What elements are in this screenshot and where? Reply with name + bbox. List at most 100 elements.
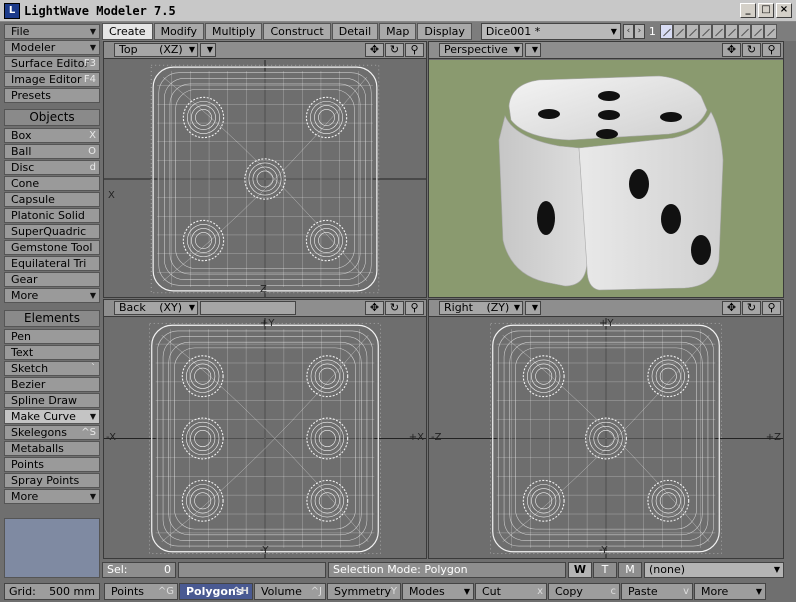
viewport-perspective[interactable]: Perspective ✥ ↻ ⚲ bbox=[428, 41, 784, 298]
sidebar-item-sketch[interactable]: Sketch ` bbox=[4, 361, 100, 376]
sidebar-item-spline-draw[interactable]: Spline Draw bbox=[4, 393, 100, 408]
volume-mode-button[interactable]: Volume ^J bbox=[254, 582, 326, 600]
sidebar-item-spray-points[interactable]: Spray Points bbox=[4, 473, 100, 488]
sidebar-item-bezier[interactable]: Bezier bbox=[4, 377, 100, 392]
object-select[interactable]: Dice001 * ▼ bbox=[480, 23, 621, 40]
presets-button[interactable]: Presets bbox=[4, 88, 100, 103]
layer-button[interactable] bbox=[672, 24, 686, 39]
layer-button[interactable] bbox=[724, 24, 738, 39]
sidebar-item-platonic-solid[interactable]: Platonic Solid bbox=[4, 208, 100, 223]
layer-button[interactable] bbox=[659, 24, 673, 39]
sidebar-item-gear[interactable]: Gear bbox=[4, 272, 100, 287]
sidebar-item-text[interactable]: Text bbox=[4, 345, 100, 360]
sidebar-item-equilateral-tri[interactable]: Equilateral Tri bbox=[4, 256, 100, 271]
render-mode-select[interactable] bbox=[525, 43, 541, 57]
paste-button[interactable]: Paste v bbox=[621, 582, 693, 600]
modes-menu[interactable]: Modes bbox=[402, 582, 474, 600]
tab-modify[interactable]: Modify bbox=[153, 23, 205, 40]
sidebar-item-cone[interactable]: Cone bbox=[4, 176, 100, 191]
rotate-view-icon[interactable]: ↻ bbox=[742, 301, 761, 315]
rotate-view-icon[interactable]: ↻ bbox=[742, 43, 761, 57]
sidebar-item-more[interactable]: More bbox=[4, 288, 100, 303]
viewport-right[interactable]: Right (ZY) ✥ ↻ ⚲ +Y -Z +Z -Y bbox=[428, 299, 784, 559]
sidebar-item-label: More bbox=[11, 490, 39, 503]
shortcut-key: v bbox=[683, 585, 689, 597]
sidebar-item-disc[interactable]: Disc d bbox=[4, 160, 100, 175]
tab-multiply[interactable]: Multiply bbox=[205, 23, 263, 40]
sidebar-item-pen[interactable]: Pen bbox=[4, 329, 100, 344]
lightwave-icon[interactable]: L bbox=[4, 2, 20, 19]
tab-map[interactable]: Map bbox=[379, 23, 417, 40]
viewport-header: Right (ZY) ✥ ↻ ⚲ bbox=[429, 300, 783, 317]
view-type-select[interactable]: Right (ZY) bbox=[439, 301, 523, 315]
viewport-top[interactable]: Top (XZ) ✥ ↻ ⚲ X Z bbox=[103, 41, 427, 298]
zoom-view-icon[interactable]: ⚲ bbox=[762, 43, 781, 57]
tab-create[interactable]: Create bbox=[102, 23, 153, 40]
layer-button[interactable] bbox=[737, 24, 751, 39]
zoom-view-icon[interactable]: ⚲ bbox=[405, 43, 424, 57]
render-mode-select[interactable] bbox=[200, 301, 296, 315]
tab-construct[interactable]: Construct bbox=[263, 23, 331, 40]
more-menu[interactable]: More bbox=[694, 582, 766, 600]
viewport-canvas[interactable] bbox=[429, 60, 783, 297]
maximize-button[interactable]: □ bbox=[758, 3, 774, 18]
viewport-canvas[interactable]: X Z bbox=[104, 60, 426, 297]
move-view-icon[interactable]: ✥ bbox=[722, 301, 741, 315]
tab-display[interactable]: Display bbox=[417, 23, 472, 40]
layer-button[interactable] bbox=[711, 24, 725, 39]
copy-button[interactable]: Copy c bbox=[548, 582, 620, 600]
layer-button[interactable] bbox=[698, 24, 712, 39]
zoom-view-icon[interactable]: ⚲ bbox=[405, 301, 424, 315]
points-mode-button[interactable]: Points ^G bbox=[104, 582, 178, 600]
sidebar-item-more[interactable]: More bbox=[4, 489, 100, 504]
move-view-icon[interactable]: ✥ bbox=[722, 43, 741, 57]
wireframe-toggle[interactable]: W bbox=[568, 561, 592, 578]
sidebar-item-metaballs[interactable]: Metaballs bbox=[4, 441, 100, 456]
zoom-view-icon[interactable]: ⚲ bbox=[762, 301, 781, 315]
sidebar-item-ball[interactable]: Ball O bbox=[4, 144, 100, 159]
move-view-icon[interactable]: ✥ bbox=[365, 43, 384, 57]
tab-detail[interactable]: Detail bbox=[331, 23, 379, 40]
render-mode-select[interactable] bbox=[525, 301, 541, 315]
pip-ring bbox=[182, 96, 225, 139]
surface-editor-button[interactable]: Surface Editor F3 bbox=[4, 56, 100, 71]
image-editor-button[interactable]: Image Editor F4 bbox=[4, 72, 100, 87]
sidebar-item-box[interactable]: Box X bbox=[4, 128, 100, 143]
viewport-canvas[interactable]: +Y -Z +Z -Y bbox=[429, 318, 783, 558]
layer-button[interactable] bbox=[750, 24, 764, 39]
selection-mode-value: Polygon bbox=[424, 562, 468, 576]
file-menu[interactable]: File bbox=[4, 24, 100, 39]
sidebar-item-make-curve[interactable]: Make Curve bbox=[4, 409, 100, 424]
symmetry-button[interactable]: Symmetry Y bbox=[327, 582, 401, 600]
surface-select[interactable]: (none) ▼ bbox=[644, 561, 784, 578]
viewport-canvas[interactable]: +Y -X +X -Y bbox=[104, 318, 426, 558]
cut-button[interactable]: Cut x bbox=[475, 582, 547, 600]
layer-button[interactable] bbox=[685, 24, 699, 39]
rotate-view-icon[interactable]: ↻ bbox=[385, 43, 404, 57]
rotate-view-icon[interactable]: ↻ bbox=[385, 301, 404, 315]
view-type-select[interactable]: Back (XY) bbox=[114, 301, 198, 315]
polygons-mode-button[interactable]: Polygons ^H bbox=[179, 582, 253, 600]
view-type-select[interactable]: Perspective bbox=[439, 43, 523, 57]
minimize-button[interactable]: _ bbox=[740, 3, 756, 18]
sidebar-item-skelegons[interactable]: Skelegons ^S bbox=[4, 425, 100, 440]
image-editor-label: Image Editor bbox=[11, 73, 82, 86]
move-view-icon[interactable]: ✥ bbox=[365, 301, 384, 315]
viewport-back[interactable]: Back (XY) ✥ ↻ ⚲ +Y -X +X -Y bbox=[103, 299, 427, 559]
close-button[interactable]: × bbox=[776, 3, 792, 18]
grid-label: Grid: bbox=[9, 584, 36, 598]
sidebar-item-gemstone-tool[interactable]: Gemstone Tool bbox=[4, 240, 100, 255]
next-object-button[interactable]: › bbox=[633, 24, 645, 39]
elements-header: Elements bbox=[4, 310, 100, 327]
sidebar-item-superquadric[interactable]: SuperQuadric bbox=[4, 224, 100, 239]
modeler-menu[interactable]: Modeler bbox=[4, 40, 100, 55]
prev-object-button[interactable]: ‹ bbox=[622, 24, 634, 39]
render-mode-select[interactable] bbox=[200, 43, 216, 57]
layer-button[interactable] bbox=[763, 24, 777, 39]
sidebar-item-capsule[interactable]: Capsule bbox=[4, 192, 100, 207]
view-type-select[interactable]: Top (XZ) bbox=[114, 43, 198, 57]
pip-ring bbox=[306, 355, 349, 398]
sidebar-item-points[interactable]: Points bbox=[4, 457, 100, 472]
material-toggle[interactable]: M bbox=[618, 561, 642, 578]
texture-toggle[interactable]: T bbox=[593, 561, 617, 578]
